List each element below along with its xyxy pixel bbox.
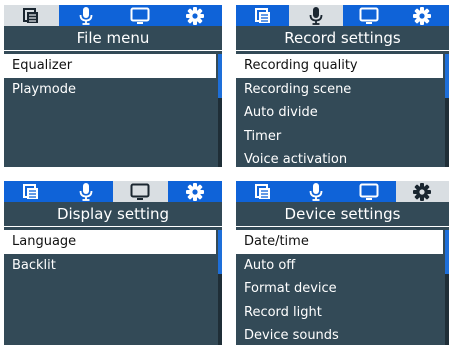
monitor-icon [130, 7, 150, 25]
title-divider [4, 226, 222, 227]
menu-list: Recording quality Recording scene Auto div… [236, 54, 443, 167]
monitor-icon [359, 183, 379, 201]
menu-item[interactable]: Equalizer [4, 54, 216, 78]
title-divider [4, 50, 222, 51]
menu-item[interactable]: Record light [236, 301, 443, 325]
tab-monitor[interactable] [343, 5, 396, 26]
folder-icon [254, 183, 271, 200]
microphone-icon [309, 182, 323, 201]
microphone-icon [309, 6, 323, 25]
gear-icon [413, 6, 432, 25]
tab-gear[interactable] [396, 5, 449, 26]
scrollbar-thumb[interactable] [218, 230, 222, 274]
tab-monitor[interactable] [113, 181, 168, 202]
scrollbar[interactable] [445, 230, 449, 345]
menu-item[interactable]: Backlit [4, 254, 216, 278]
gear-icon [185, 6, 204, 25]
record-settings-screen: Record settings Recording quality Recordi… [236, 5, 449, 167]
menu-item[interactable]: Auto off [236, 254, 443, 278]
tab-bar [4, 5, 222, 26]
tab-folder[interactable] [236, 5, 289, 26]
menu-item[interactable]: Language [4, 230, 216, 254]
gear-icon [413, 182, 432, 201]
screen-title: Display setting [56, 205, 170, 223]
title-divider [236, 226, 449, 227]
menu-item[interactable]: Timer [236, 125, 443, 149]
menu-item[interactable]: Auto divide [236, 101, 443, 125]
device-settings-screen: Device settings Date/time Auto off Format … [236, 181, 449, 345]
menu-item[interactable]: Date/time [236, 230, 443, 254]
microphone-icon [79, 6, 93, 25]
menu-item[interactable]: Format device [236, 277, 443, 301]
scrollbar[interactable] [218, 54, 222, 167]
tab-bar [236, 181, 449, 202]
monitor-icon [359, 7, 379, 25]
menu-item[interactable]: Recording scene [236, 78, 443, 102]
tab-bar [4, 181, 222, 202]
folder-icon [23, 183, 39, 200]
gear-icon [185, 182, 204, 201]
tab-microphone[interactable] [59, 5, 114, 26]
folder-icon [254, 7, 271, 24]
file-menu-screen: File menu Equalizer Playmode [4, 5, 222, 167]
menu-item[interactable]: Playmode [4, 78, 216, 102]
scrollbar-thumb[interactable] [218, 54, 222, 98]
tab-microphone[interactable] [59, 181, 114, 202]
tab-bar [236, 5, 449, 26]
menu-list: Equalizer Playmode [4, 54, 216, 101]
tab-microphone[interactable] [289, 181, 342, 202]
title-divider [236, 50, 449, 51]
display-setting-screen: Display setting Language Backlit [4, 181, 222, 345]
tab-microphone[interactable] [289, 5, 343, 26]
scrollbar-thumb[interactable] [445, 54, 449, 98]
tab-folder[interactable] [4, 181, 59, 202]
scrollbar[interactable] [445, 54, 449, 167]
menu-list: Language Backlit [4, 230, 216, 277]
menu-item[interactable]: Device sounds [236, 324, 443, 345]
menu-list: Date/time Auto off Format device Record lig… [236, 230, 443, 345]
screen-title: Record settings [284, 29, 401, 47]
screen-title: Device settings [284, 205, 401, 223]
tab-monitor[interactable] [343, 181, 396, 202]
tab-folder[interactable] [236, 181, 289, 202]
microphone-icon [79, 182, 93, 201]
monitor-icon [130, 183, 150, 201]
screen-title: File menu [76, 29, 150, 47]
tab-gear[interactable] [168, 5, 223, 26]
menu-item[interactable]: Voice activation [236, 148, 443, 167]
menu-item[interactable]: Recording quality [236, 54, 443, 78]
tab-gear[interactable] [395, 181, 449, 202]
tab-folder[interactable] [4, 5, 59, 26]
folder-icon [23, 7, 39, 24]
scrollbar-thumb[interactable] [445, 230, 449, 274]
tab-monitor[interactable] [113, 5, 168, 26]
tab-gear[interactable] [168, 181, 223, 202]
scrollbar[interactable] [218, 230, 222, 345]
